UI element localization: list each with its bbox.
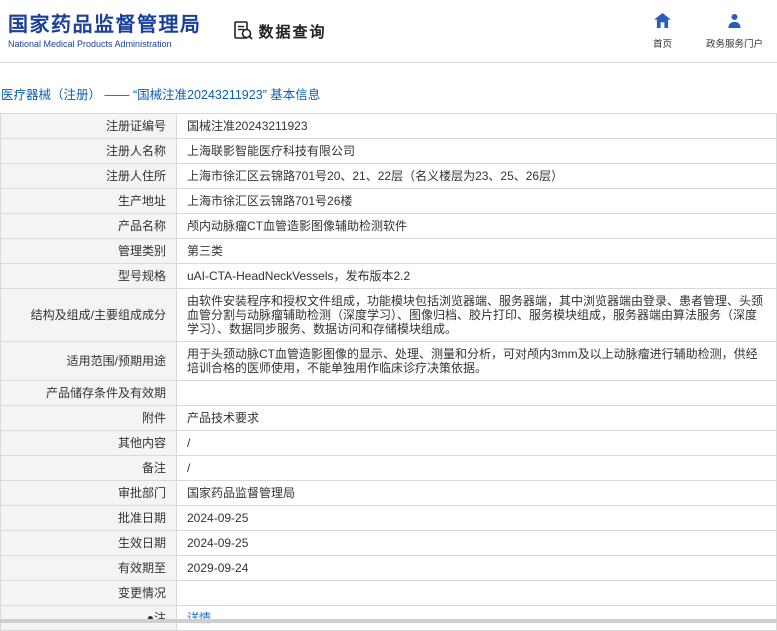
row-value: 详情 xyxy=(176,605,777,631)
row-label: 变更情况 xyxy=(0,580,177,606)
row-label: 审批部门 xyxy=(0,480,177,506)
table-row: 生产地址 上海市徐汇区云锦路701号26楼 xyxy=(0,188,777,214)
nav-home-label: 首页 xyxy=(652,38,672,50)
info-table: 注册证编号 国械注准20243211923 注册人名称 上海联影智能医疗科技有限公司注… xyxy=(0,113,777,631)
page: 国家药品监督管理局 National Medical Products Admi… xyxy=(0,0,777,631)
row-value: / xyxy=(176,430,777,456)
row-value: 2029-09-24 xyxy=(176,555,777,581)
row-label: 结构及组成/主要组成成分 xyxy=(0,288,177,342)
row-label: 产品名称 xyxy=(0,213,177,239)
row-value xyxy=(176,580,777,606)
page-title: 医疗器械（注册） —— “国械注准20243211923” 基本信息 xyxy=(1,88,321,102)
row-label: 生效日期 xyxy=(0,530,177,556)
row-label: 产品储存条件及有效期 xyxy=(0,380,177,406)
row-label: 注册证编号 xyxy=(0,113,177,139)
data-query-label: 数据查询 xyxy=(258,23,327,41)
row-value: / xyxy=(176,455,777,481)
footer-divider xyxy=(0,619,777,623)
table-row: 批准日期 2024-09-25 xyxy=(0,505,777,531)
data-query-icon xyxy=(232,20,254,42)
table-row: 附件 产品技术要求 xyxy=(0,405,777,431)
table-row: 审批部门 国家药品监督管理局 xyxy=(0,480,777,506)
row-label: 生产地址 xyxy=(0,188,177,214)
table-row: 管理类别 第三类 xyxy=(0,238,777,264)
row-value: 颅内动脉瘤CT血管造影图像辅助检测软件 xyxy=(176,213,777,239)
row-label: 注册人住所 xyxy=(0,163,177,189)
row-label: 批准日期 xyxy=(0,505,177,531)
site-header: 国家药品监督管理局 National Medical Products Admi… xyxy=(0,0,777,63)
row-label: 管理类别 xyxy=(0,238,177,264)
row-label: 备注 xyxy=(0,455,177,481)
info-table-body: 注册证编号 国械注准20243211923 注册人名称 上海联影智能医疗科技有限公司注… xyxy=(0,113,777,631)
table-row: 生效日期 2024-09-25 xyxy=(0,530,777,556)
row-label: 型号规格 xyxy=(0,263,177,289)
site-logo[interactable]: 国家药品监督管理局 National Medical Products Admi… xyxy=(8,13,202,49)
user-icon xyxy=(727,13,742,33)
row-value: 上海市徐汇区云锦路701号26楼 xyxy=(176,188,777,214)
row-label: ●注 xyxy=(0,605,177,631)
table-row: 型号规格 uAI-CTA-HeadNeckVessels，发布版本2.2 xyxy=(0,263,777,289)
row-value: 2024-09-25 xyxy=(176,530,777,556)
row-value: 2024-09-25 xyxy=(176,505,777,531)
row-label: 适用范围/预期用途 xyxy=(0,341,177,381)
row-value: 由软件安装程序和授权文件组成，功能模块包括浏览器端、服务器端，其中浏览器端由登录… xyxy=(176,288,777,342)
nav-portal-label: 政务服务门户 xyxy=(705,38,763,50)
table-row: 产品名称 颅内动脉瘤CT血管造影图像辅助检测软件 xyxy=(0,213,777,239)
row-value: 上海联影智能医疗科技有限公司 xyxy=(176,138,777,164)
row-value: 用于头颈动脉CT血管造影图像的显示、处理、测量和分析，可对颅内3mm及以上动脉瘤… xyxy=(176,341,777,381)
row-value xyxy=(176,380,777,406)
org-name-en: National Medical Products Administration xyxy=(8,39,172,49)
row-label: 附件 xyxy=(0,405,177,431)
row-value: 第三类 xyxy=(176,238,777,264)
data-query-section[interactable]: 数据查询 xyxy=(232,20,327,42)
table-row: 注册人住所 上海市徐汇区云锦路701号20、21、22层（名义楼层为23、25、2… xyxy=(0,163,777,189)
table-row: 变更情况 xyxy=(0,580,777,606)
table-row: ●注 详情 xyxy=(0,605,777,631)
table-row: 产品储存条件及有效期 xyxy=(0,380,777,406)
table-row: 备注 / xyxy=(0,455,777,481)
row-label: 注册人名称 xyxy=(0,138,177,164)
home-icon xyxy=(654,12,671,33)
table-row: 注册人名称 上海联影智能医疗科技有限公司 xyxy=(0,138,777,164)
org-name: 国家药品监督管理局 xyxy=(8,14,202,36)
row-label: 其他内容 xyxy=(0,430,177,456)
row-value: 产品技术要求 xyxy=(176,405,777,431)
table-row: 有效期至 2029-09-24 xyxy=(0,555,777,581)
table-row: 注册证编号 国械注准20243211923 xyxy=(0,113,777,139)
table-row: 其他内容 / xyxy=(0,430,777,456)
row-value: 国家药品监督管理局 xyxy=(176,480,777,506)
row-value: 上海市徐汇区云锦路701号20、21、22层（名义楼层为23、25、26层） xyxy=(176,163,777,189)
table-row: 结构及组成/主要组成成分 由软件安装程序和授权文件组成，功能模块包括浏览器端、服务… xyxy=(0,288,777,342)
row-value: uAI-CTA-HeadNeckVessels，发布版本2.2 xyxy=(176,263,777,289)
row-label: 有效期至 xyxy=(0,555,177,581)
nav-home[interactable]: 首页 xyxy=(652,12,672,50)
table-row: 适用范围/预期用途 用于头颈动脉CT血管造影图像的显示、处理、测量和分析，可对颅内… xyxy=(0,341,777,381)
row-value: 国械注准20243211923 xyxy=(176,113,777,139)
nav-portal[interactable]: 政务服务门户 xyxy=(706,13,763,50)
